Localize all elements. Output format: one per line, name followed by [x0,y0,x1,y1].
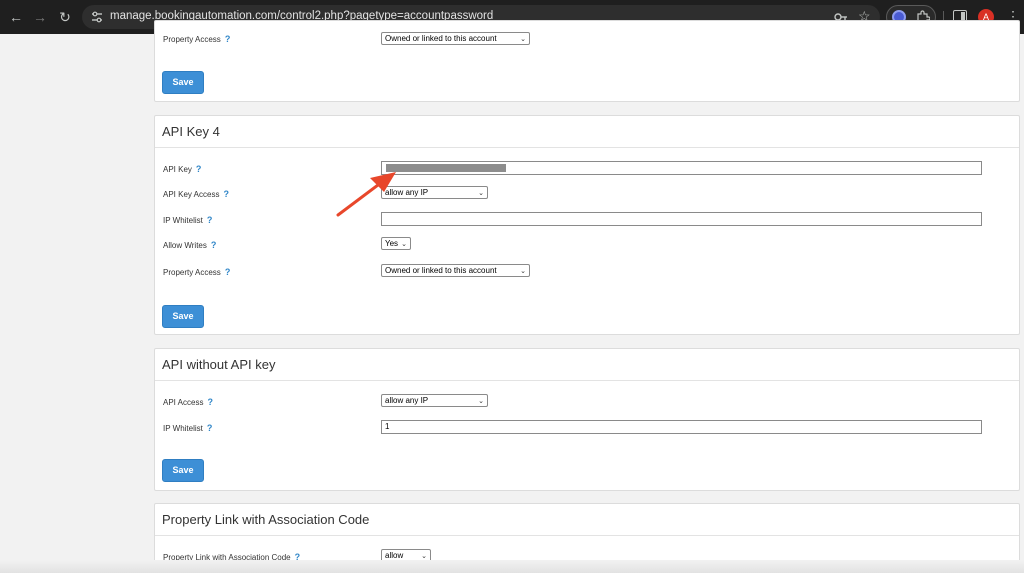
save-button[interactable]: Save [162,71,204,94]
back-arrow-icon[interactable]: ← [7,8,25,26]
help-icon[interactable]: ? [196,164,202,174]
panel-api-key-4: API Key 4 API Key? API Key Access? allow… [154,115,1020,335]
ip-whitelist-label: IP Whitelist? [163,423,213,433]
chevron-down-icon: ⌄ [478,190,484,197]
ip-whitelist-input[interactable] [381,212,982,226]
site-settings-icon[interactable] [90,10,104,24]
save-button[interactable]: Save [162,305,204,328]
save-button[interactable]: Save [162,459,204,482]
api-key-input[interactable] [381,161,982,175]
api-key-label: API Key? [163,164,202,174]
api-key-access-label: API Key Access? [163,189,229,199]
help-icon[interactable]: ? [225,34,231,44]
help-icon[interactable]: ? [207,423,213,433]
property-access-select[interactable]: Owned or linked to this account ⌄ [381,264,530,277]
panel-api-without-key: API without API key API Access? allow an… [154,348,1020,491]
property-access-select[interactable]: Owned or linked to this account ⌄ [381,32,530,45]
help-icon[interactable]: ? [223,189,229,199]
help-icon[interactable]: ? [211,240,217,250]
panel-title: Property Link with Association Code [162,512,370,527]
panel-header: Property Link with Association Code [155,504,1019,536]
chevron-down-icon: ⌄ [478,398,484,405]
ip-whitelist-label: IP Whitelist? [163,215,213,225]
panel-api-key-3: Property Access? Owned or linked to this… [154,20,1020,102]
api-key-access-select[interactable]: allow any IP ⌄ [381,186,488,199]
panel-header: API without API key [155,349,1019,381]
panel-header: API Key 4 [155,116,1019,148]
ip-whitelist-input[interactable]: 1 [381,420,982,434]
help-icon[interactable]: ? [207,215,213,225]
allow-writes-select[interactable]: Yes ⌄ [381,237,411,250]
property-access-label: Property Access? [163,34,231,44]
panel-title: API without API key [162,357,276,372]
chevron-down-icon: ⌄ [520,36,526,43]
chevron-down-icon: ⌄ [520,268,526,275]
allow-writes-label: Allow Writes? [163,240,217,250]
api-access-select[interactable]: allow any IP ⌄ [381,394,488,407]
help-icon[interactable]: ? [225,267,231,277]
reload-icon[interactable]: ↻ [56,8,74,26]
forward-arrow-icon[interactable]: → [31,8,49,26]
chevron-down-icon: ⌄ [401,241,407,248]
panel-title: API Key 4 [162,124,220,139]
property-access-label: Property Access? [163,267,231,277]
redacted-value [386,164,506,172]
help-icon[interactable]: ? [207,397,213,407]
api-access-label: API Access? [163,397,213,407]
bottom-shadow [0,560,1024,573]
